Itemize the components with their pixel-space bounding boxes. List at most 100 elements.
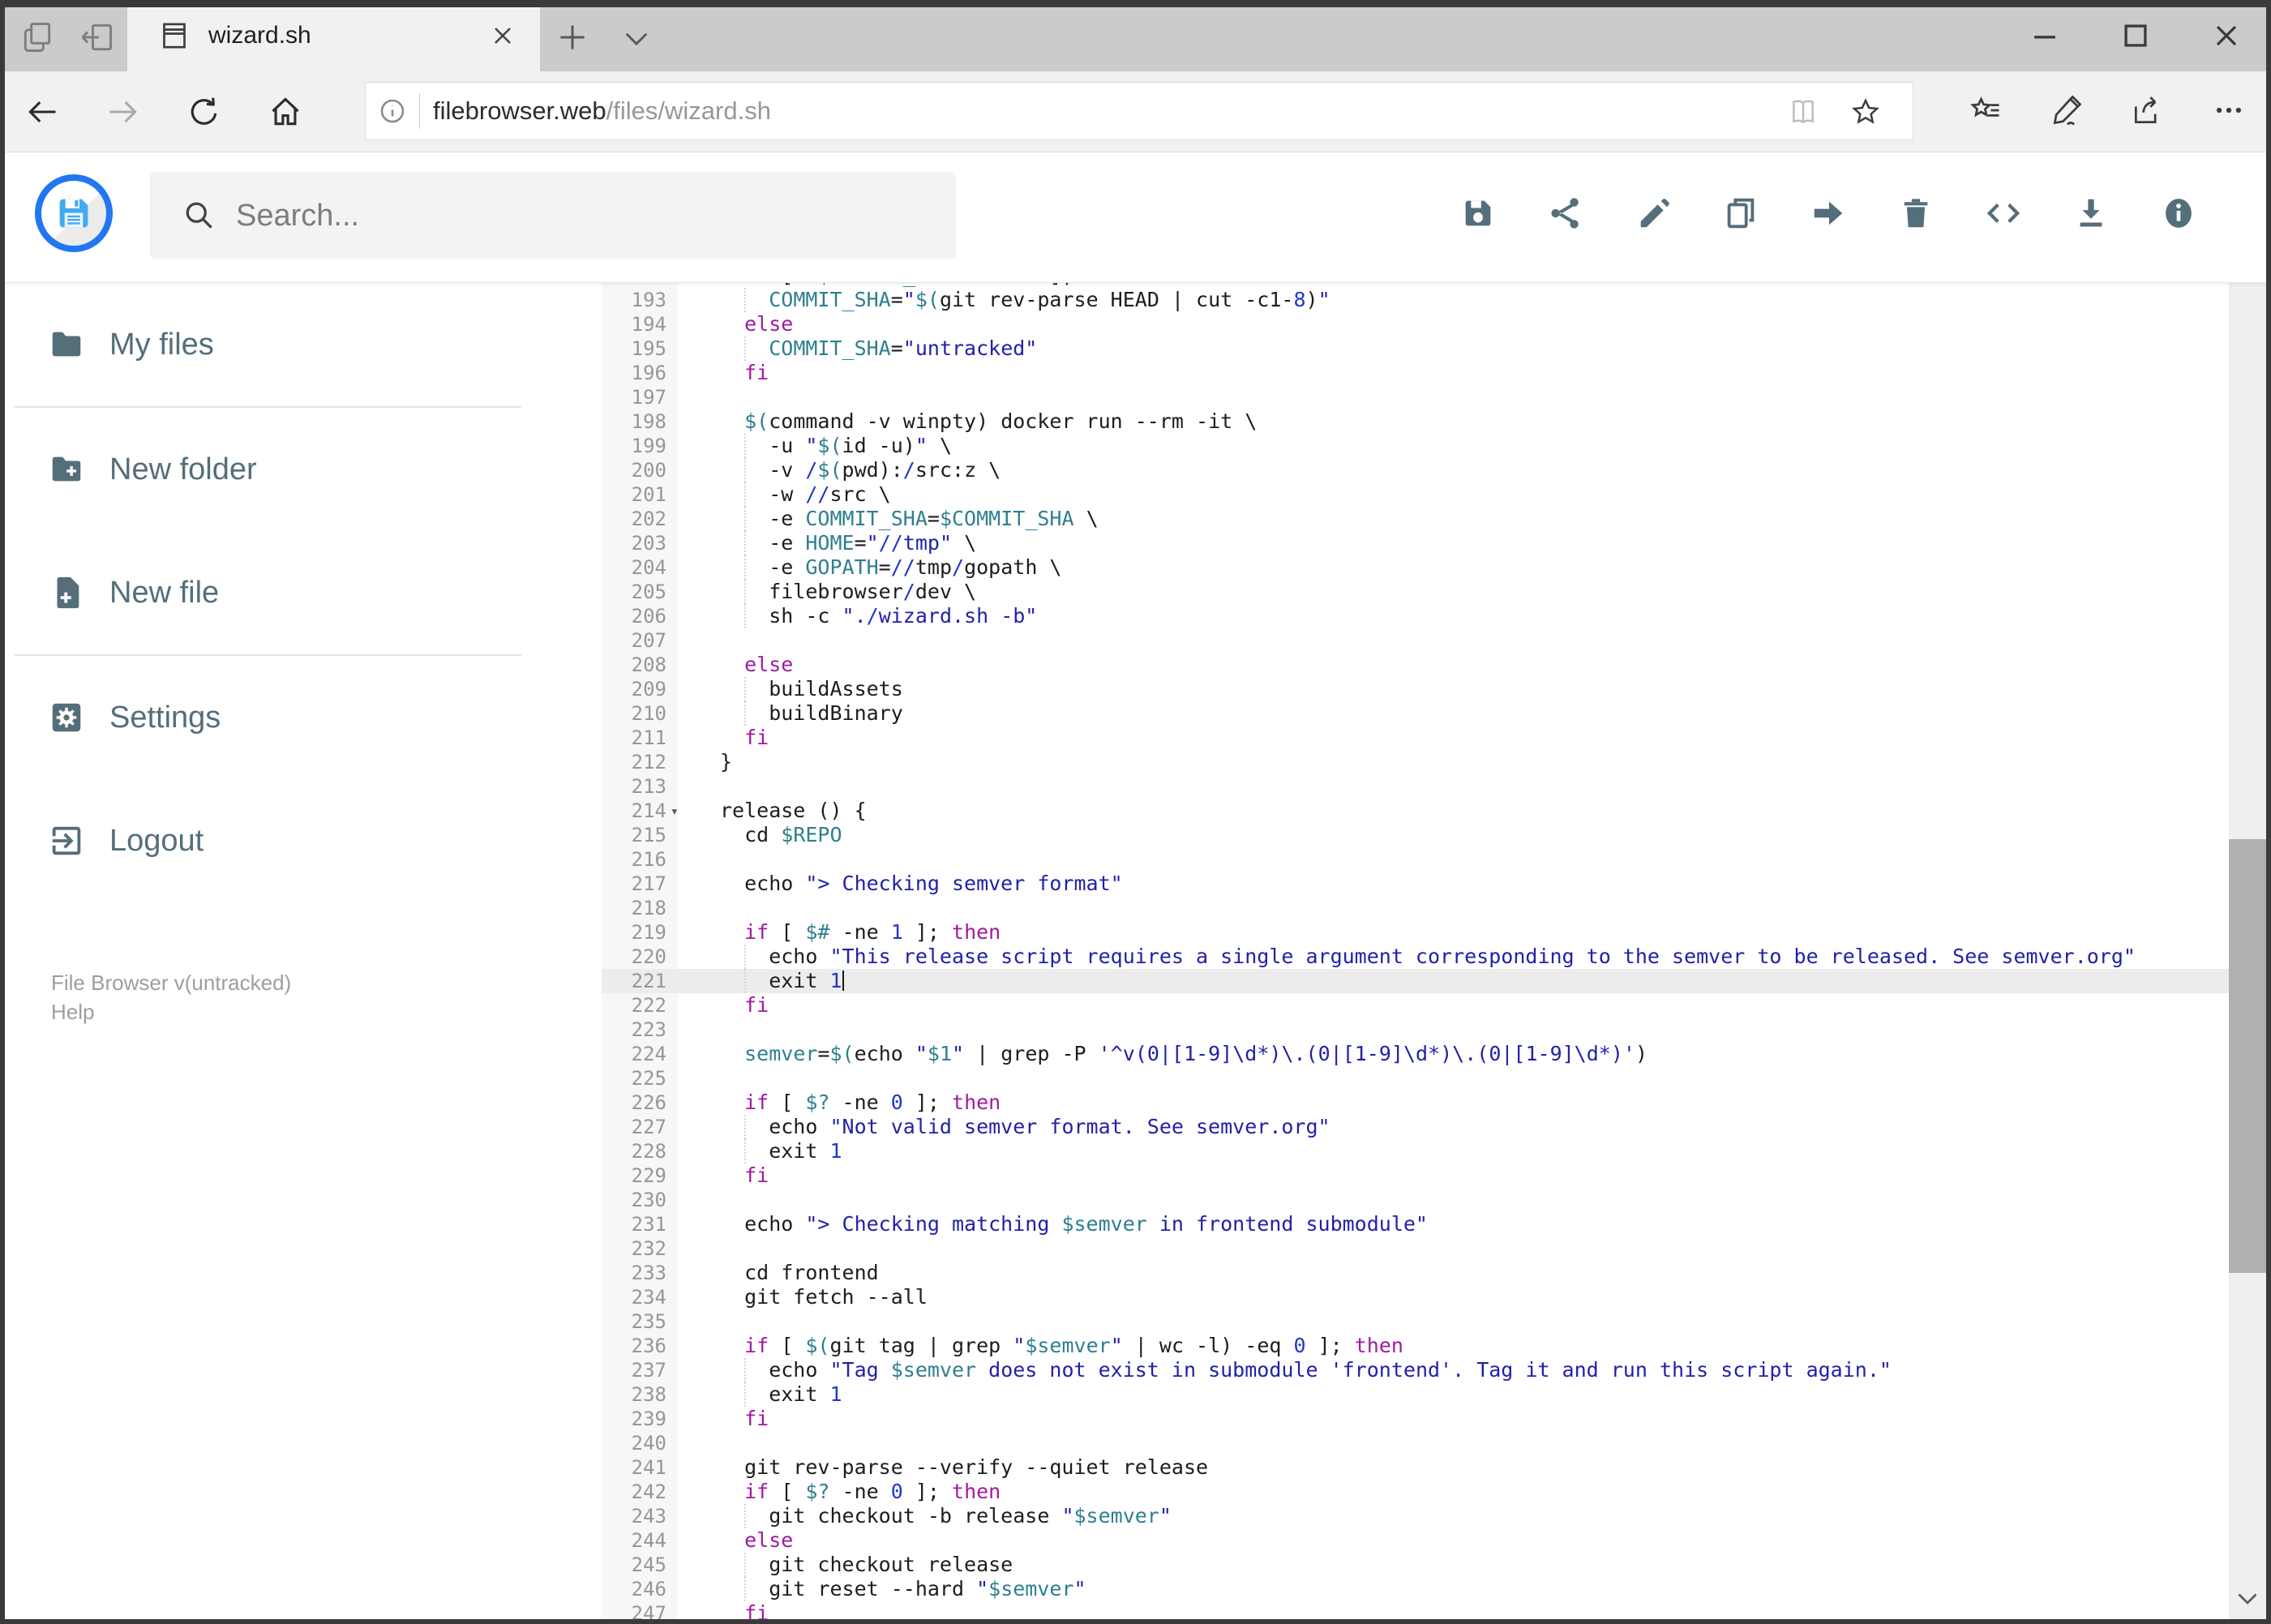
code-line[interactable]: 220 echo "This release script requires a… bbox=[602, 945, 2229, 969]
rename-button[interactable] bbox=[1635, 195, 1672, 232]
code-line[interactable]: 246 git reset --hard "$semver" bbox=[602, 1577, 2229, 1601]
code-line[interactable]: 231 echo "> Checking matching $semver in… bbox=[602, 1212, 2229, 1236]
code-line[interactable]: 224 semver=$(echo "$1" | grep -P '^v(0|[… bbox=[602, 1042, 2229, 1066]
address-bar[interactable]: filebrowser.web/files/wizard.sh bbox=[365, 82, 1913, 140]
tab-preview-icon[interactable] bbox=[19, 19, 55, 55]
search-input[interactable] bbox=[234, 172, 927, 260]
delete-button[interactable] bbox=[1897, 195, 1935, 232]
annotate-icon[interactable] bbox=[2049, 92, 2085, 128]
code-line[interactable]: 215 cd $REPO bbox=[602, 823, 2229, 847]
forward-button[interactable] bbox=[105, 94, 141, 130]
code-line[interactable]: 205 filebrowser/dev \ bbox=[602, 580, 2229, 604]
set-tabs-aside-icon[interactable] bbox=[79, 19, 115, 55]
code-line[interactable]: 228 exit 1 bbox=[602, 1139, 2229, 1163]
code-line[interactable]: 236 if [ $(git tag | grep "$semver" | wc… bbox=[602, 1334, 2229, 1358]
code-line[interactable]: 217 echo "> Checking semver format" bbox=[602, 872, 2229, 896]
site-info-icon[interactable] bbox=[377, 96, 408, 126]
code-line[interactable]: 227 echo "Not valid semver format. See s… bbox=[602, 1115, 2229, 1139]
filebrowser-logo[interactable] bbox=[35, 174, 113, 252]
tab-list-chevron-icon[interactable] bbox=[619, 21, 653, 55]
code-line[interactable]: 202 -e COMMIT_SHA=$COMMIT_SHA \ bbox=[602, 507, 2229, 531]
code-line[interactable]: 194 else bbox=[602, 312, 2229, 336]
favorites-hub-icon[interactable] bbox=[1968, 92, 2003, 128]
code-line[interactable]: 235 bbox=[602, 1309, 2229, 1334]
new-tab-button[interactable] bbox=[555, 19, 590, 55]
code-line[interactable]: 234 git fetch --all bbox=[602, 1285, 2229, 1309]
code-line[interactable]: 198 $(command -v winpty) docker run --rm… bbox=[602, 409, 2229, 434]
code-line[interactable]: 214 ▾ release () { bbox=[602, 799, 2229, 823]
sidebar-item-settings[interactable]: Settings bbox=[0, 656, 581, 779]
code-line[interactable]: 239 fi bbox=[602, 1407, 2229, 1431]
code-line[interactable]: 209 buildAssets bbox=[602, 677, 2229, 701]
back-button[interactable] bbox=[24, 94, 60, 130]
help-link[interactable]: Help bbox=[51, 997, 291, 1026]
save-button[interactable] bbox=[1459, 195, 1497, 232]
code-line[interactable]: 196 fi bbox=[602, 361, 2229, 385]
sidebar-item-my-files[interactable]: My files bbox=[0, 283, 581, 406]
code-line[interactable]: 213 bbox=[602, 774, 2229, 799]
code-line[interactable]: 212} bbox=[602, 750, 2229, 774]
code-line[interactable]: 199 -u "$(id -u)" \ bbox=[602, 434, 2229, 458]
code-line[interactable]: 243 git checkout -b release "$semver" bbox=[602, 1504, 2229, 1528]
share-page-icon[interactable] bbox=[2130, 92, 2166, 128]
info-button[interactable] bbox=[2160, 195, 2197, 232]
code-line[interactable]: 240 bbox=[602, 1431, 2229, 1455]
sidebar-item-logout[interactable]: Logout bbox=[0, 779, 581, 902]
code-line[interactable]: 245 git checkout release bbox=[602, 1553, 2229, 1577]
close-window-button[interactable] bbox=[2202, 18, 2251, 54]
code-line[interactable]: 219 if [ $# -ne 1 ]; then bbox=[602, 920, 2229, 945]
move-button[interactable] bbox=[1810, 195, 1847, 232]
sidebar-item-new-file[interactable]: New file bbox=[0, 531, 581, 654]
raw-button[interactable] bbox=[1985, 195, 2022, 232]
code-line[interactable]: 222 fi bbox=[602, 993, 2229, 1018]
code-line[interactable]: 247 fi bbox=[602, 1601, 2229, 1619]
code-line[interactable]: 230 bbox=[602, 1188, 2229, 1212]
code-text: -e GOPATH=//tmp/gopath \ bbox=[720, 555, 1062, 580]
code-line[interactable]: 211 fi bbox=[602, 726, 2229, 750]
code-line[interactable]: 226 if [ $? -ne 0 ]; then bbox=[602, 1091, 2229, 1115]
code-line[interactable]: 232 bbox=[602, 1236, 2229, 1261]
scroll-down-icon[interactable] bbox=[2233, 1583, 2262, 1613]
code-line[interactable]: 201 -w //src \ bbox=[602, 482, 2229, 507]
code-line[interactable]: 216 bbox=[602, 847, 2229, 872]
more-menu-icon[interactable] bbox=[2211, 92, 2247, 128]
vertical-scrollbar[interactable] bbox=[2229, 152, 2266, 1619]
code-line[interactable]: 241 git rev-parse --verify --quiet relea… bbox=[602, 1455, 2229, 1480]
copy-button[interactable] bbox=[1722, 195, 1759, 232]
code-line[interactable]: 210 buildBinary bbox=[602, 701, 2229, 726]
code-text: echo "> Checking semver format" bbox=[720, 872, 1123, 895]
add-favorite-icon[interactable] bbox=[1849, 96, 1882, 128]
code-line[interactable]: 229 fi bbox=[602, 1163, 2229, 1188]
browser-tab[interactable]: wizard.sh bbox=[127, 0, 540, 71]
code-line[interactable]: 203 -e HOME="//tmp" \ bbox=[602, 531, 2229, 555]
code-line[interactable]: 195 COMMIT_SHA="untracked" bbox=[602, 336, 2229, 361]
minimize-button[interactable] bbox=[2020, 18, 2069, 54]
code-line[interactable]: 208 else bbox=[602, 653, 2229, 677]
code-line[interactable]: 197 bbox=[602, 385, 2229, 409]
refresh-button[interactable] bbox=[186, 94, 222, 130]
code-line[interactable]: 238 exit 1 bbox=[602, 1382, 2229, 1407]
code-line[interactable]: 237 echo "Tag $semver does not exist in … bbox=[602, 1358, 2229, 1382]
code-line[interactable]: 206 sh -c "./wizard.sh -b" bbox=[602, 604, 2229, 628]
scrollbar-thumb[interactable] bbox=[2229, 839, 2266, 1273]
code-line[interactable]: 200 -v /$(pwd):/src:z \ bbox=[602, 458, 2229, 482]
code-line[interactable]: 223 bbox=[602, 1018, 2229, 1042]
maximize-button[interactable] bbox=[2111, 18, 2160, 54]
tab-close-icon[interactable] bbox=[488, 21, 517, 50]
code-line[interactable]: 242 if [ $? -ne 0 ]; then bbox=[602, 1480, 2229, 1504]
share-button[interactable] bbox=[1547, 195, 1584, 232]
search-box[interactable] bbox=[150, 172, 956, 260]
sidebar-item-new-folder[interactable]: New folder bbox=[0, 408, 581, 531]
line-number: 228 bbox=[631, 1140, 666, 1163]
code-line[interactable]: 207 bbox=[602, 628, 2229, 653]
code-line[interactable]: 218 bbox=[602, 896, 2229, 920]
code-line[interactable]: 225 bbox=[602, 1066, 2229, 1091]
code-line[interactable]: 244 else bbox=[602, 1528, 2229, 1553]
code-line[interactable]: 233 cd frontend bbox=[602, 1261, 2229, 1285]
code-line[interactable]: 204 -e GOPATH=//tmp/gopath \ bbox=[602, 555, 2229, 580]
home-button[interactable] bbox=[268, 94, 303, 130]
download-button[interactable] bbox=[2072, 195, 2110, 232]
code-editor[interactable]: 192 if [ "$COMMIT_SHA" == "" ]; then193 … bbox=[602, 283, 2229, 1619]
code-line[interactable]: 193 COMMIT_SHA="$(git rev-parse HEAD | c… bbox=[602, 288, 2229, 312]
code-line[interactable]: 221 exit 1 bbox=[602, 969, 2229, 993]
